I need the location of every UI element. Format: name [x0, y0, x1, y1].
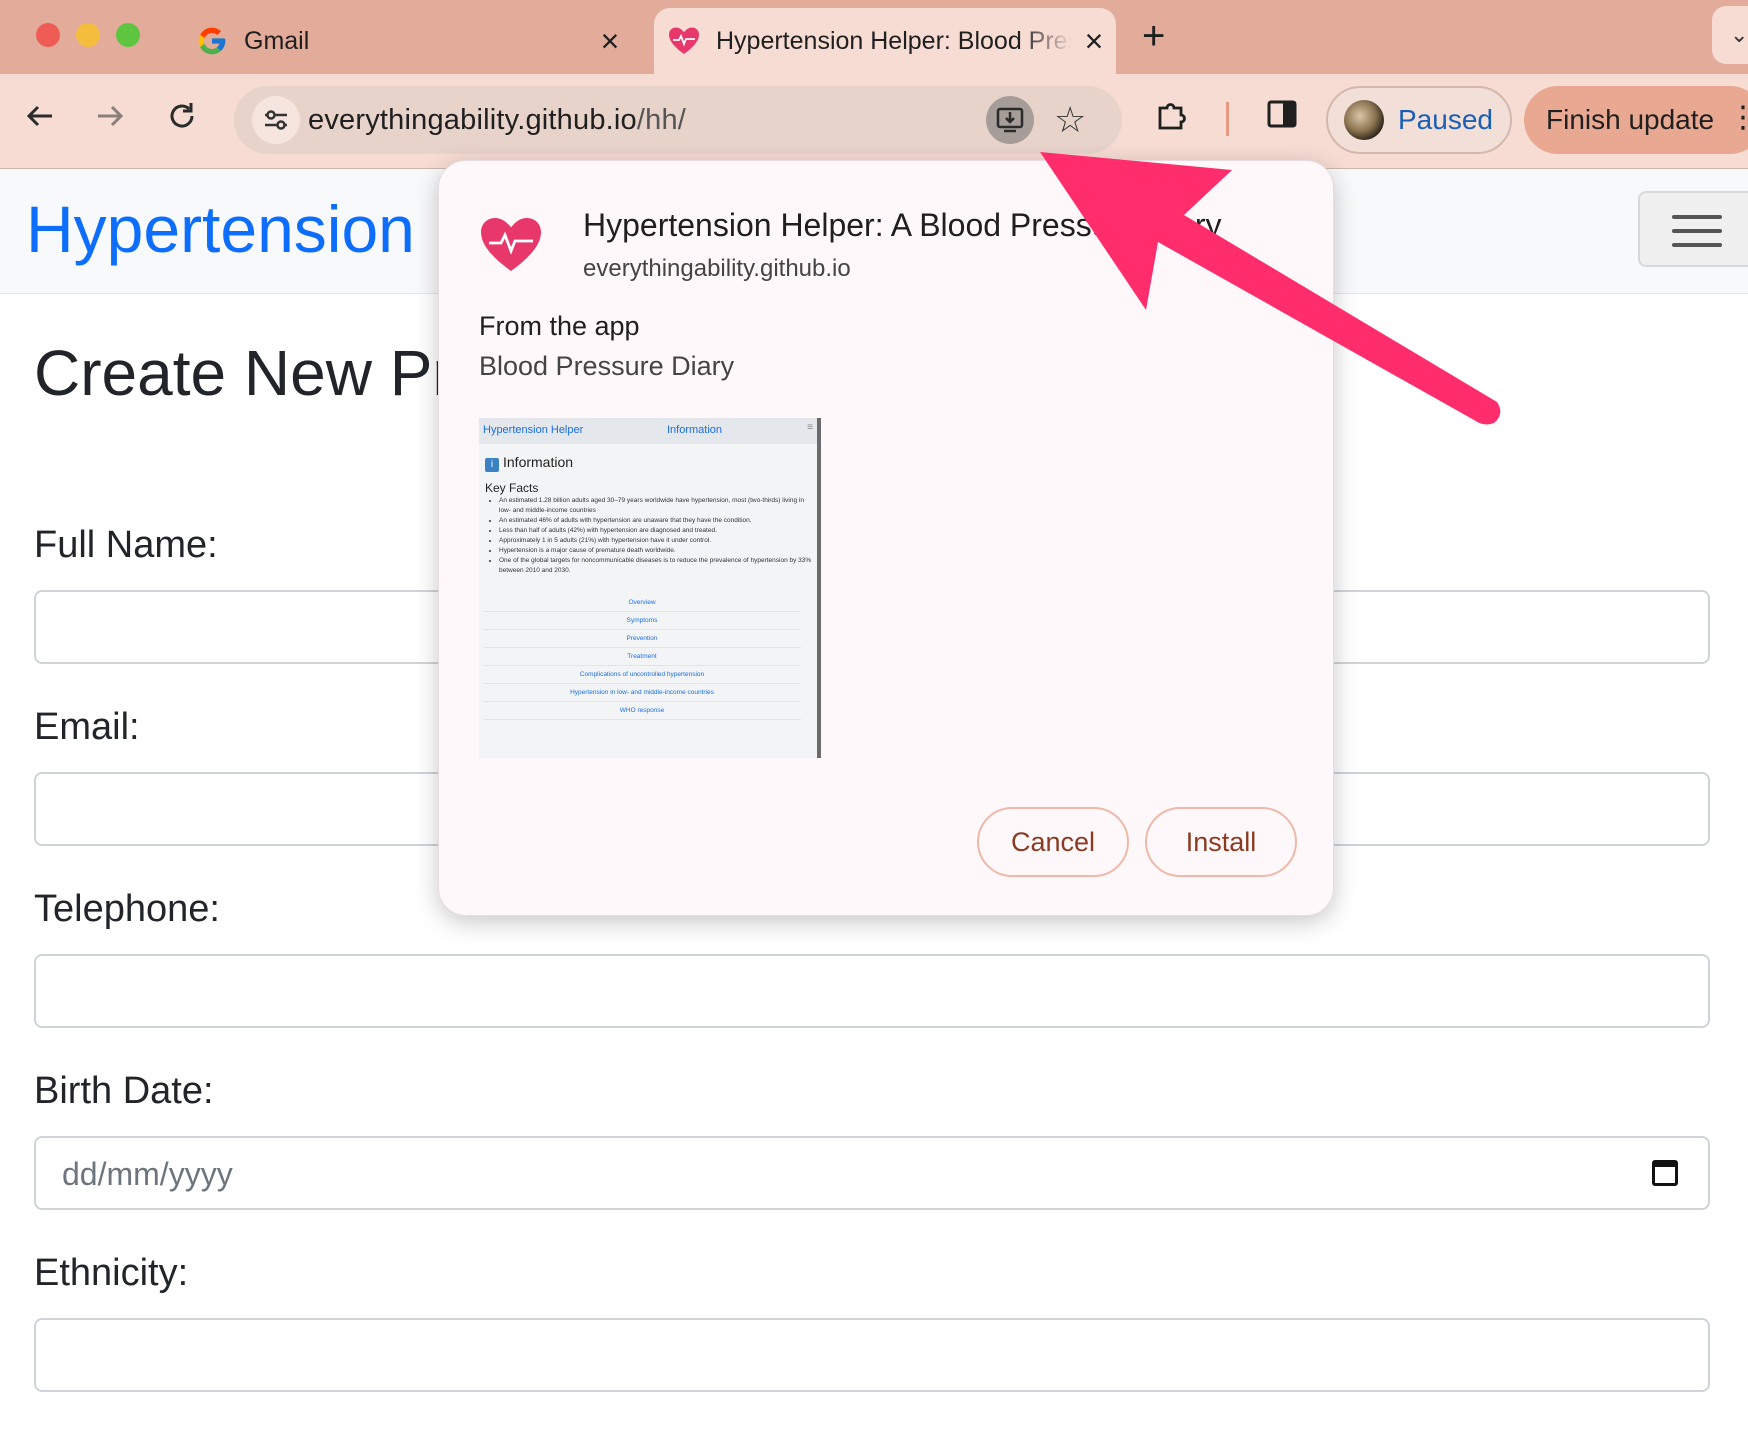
profile-button[interactable]: Paused	[1326, 86, 1512, 154]
preview-heading: i Information	[485, 454, 573, 472]
preview-links: Overview Symptoms Prevention Treatment C…	[483, 594, 801, 720]
email-label: Email:	[34, 706, 140, 748]
list-item: One of the global targets for noncommuni…	[499, 556, 817, 576]
list-item: Hypertension is a major cause of prematu…	[499, 546, 817, 556]
telephone-label: Telephone:	[34, 888, 220, 930]
ethnicity-label: Ethnicity:	[34, 1252, 189, 1294]
list-item: An estimated 46% of adults with hyperten…	[499, 516, 817, 526]
list-item: WHO response	[483, 702, 801, 720]
preview-brand: Hypertension Helper	[483, 424, 584, 436]
list-item: An estimated 1.28 billion adults aged 30…	[499, 496, 817, 516]
calendar-icon[interactable]	[1652, 1160, 1678, 1186]
telephone-field[interactable]	[34, 954, 1710, 1028]
tab-search-icon[interactable]: ⌄	[1712, 6, 1748, 64]
preview-navbar: Hypertension Helper Information ≡	[479, 418, 817, 444]
side-panel-icon[interactable]	[1266, 98, 1298, 130]
app-screenshot-preview: Hypertension Helper Information ≡ i Infor…	[479, 418, 821, 758]
finish-update-button[interactable]: Finish update	[1524, 86, 1748, 154]
list-item: Less than half of adults (42%) with hype…	[499, 526, 817, 536]
profile-status: Paused	[1398, 104, 1493, 135]
install-button[interactable]: Install	[1145, 807, 1297, 877]
from-app-name: Blood Pressure Diary	[479, 351, 735, 381]
list-item: Symptoms	[483, 612, 801, 630]
preview-subheading: Key Facts	[485, 481, 539, 495]
heart-pulse-icon	[669, 27, 699, 54]
birth-date-field[interactable]: dd/mm/yyyy	[34, 1136, 1710, 1210]
birth-date-placeholder: dd/mm/yyyy	[62, 1156, 233, 1192]
list-item: Hypertension in low- and middle-income c…	[483, 684, 801, 702]
info-icon: i	[485, 458, 499, 472]
close-tab-icon[interactable]: ×	[588, 23, 632, 60]
full-name-label: Full Name:	[34, 524, 218, 566]
forward-icon[interactable]	[94, 100, 126, 141]
tab-gmail[interactable]: Gmail ×	[182, 8, 632, 74]
close-window-button[interactable]	[36, 23, 60, 47]
bookmark-star-icon[interactable]: ☆	[1054, 96, 1086, 144]
close-tab-icon[interactable]: ×	[1072, 23, 1116, 60]
birth-date-label: Birth Date:	[34, 1070, 214, 1112]
extensions-puzzle-icon[interactable]	[1156, 98, 1188, 130]
avatar	[1344, 100, 1384, 140]
install-app-dialog: Hypertension Helper: A Blood Pressure Di…	[438, 160, 1334, 916]
list-item: Prevention	[483, 630, 801, 648]
preview-heading-text: Information	[503, 454, 574, 470]
list-item: Approximately 1 in 5 adults (21%) with h…	[499, 536, 817, 546]
back-icon[interactable]	[24, 100, 56, 141]
hamburger-menu-icon[interactable]	[1638, 191, 1748, 267]
maximize-window-button[interactable]	[116, 23, 140, 47]
tab-title: Hypertension Helper: Blood Pressure Diar…	[716, 26, 1072, 55]
list-item: Complications of uncontrolled hypertensi…	[483, 666, 801, 684]
tab-title: Gmail	[244, 26, 310, 55]
tab-hypertension-helper[interactable]: Hypertension Helper: Blood Pressure Diar…	[654, 8, 1116, 74]
url-path: /hh/	[636, 104, 687, 136]
list-item: Overview	[483, 594, 801, 612]
toolbar-divider	[1226, 102, 1229, 136]
url-text: everythingability.github.io/hh/	[308, 86, 686, 154]
preview-facts-list: An estimated 1.28 billion adults aged 30…	[485, 496, 817, 576]
minimize-window-button[interactable]	[76, 23, 100, 47]
install-app-icon[interactable]	[986, 96, 1034, 144]
preview-nav-link: Information	[667, 424, 723, 436]
reload-icon[interactable]	[166, 100, 198, 141]
site-settings-icon[interactable]	[252, 96, 300, 144]
dialog-app-origin: everythingability.github.io	[583, 255, 851, 282]
more-menu-icon[interactable]: ⋮	[1728, 98, 1748, 138]
dialog-app-name: Hypertension Helper: A Blood Pressure Di…	[583, 207, 1222, 243]
ethnicity-field[interactable]	[34, 1318, 1710, 1392]
from-the-app-label: From the app	[479, 311, 640, 341]
tab-strip: Gmail × Hypertension Helper: Blood Press…	[0, 0, 1748, 74]
heart-pulse-icon	[481, 218, 541, 271]
browser-toolbar: everythingability.github.io/hh/ ☆ Paused…	[0, 74, 1748, 169]
cancel-button[interactable]: Cancel	[977, 807, 1129, 877]
google-g-icon	[198, 27, 226, 55]
new-tab-button[interactable]: +	[1142, 16, 1165, 56]
address-bar[interactable]: everythingability.github.io/hh/ ☆	[234, 86, 1122, 154]
list-item: Treatment	[483, 648, 801, 666]
url-host: everythingability.github.io	[308, 104, 637, 136]
preview-menu-icon: ≡	[807, 422, 813, 433]
